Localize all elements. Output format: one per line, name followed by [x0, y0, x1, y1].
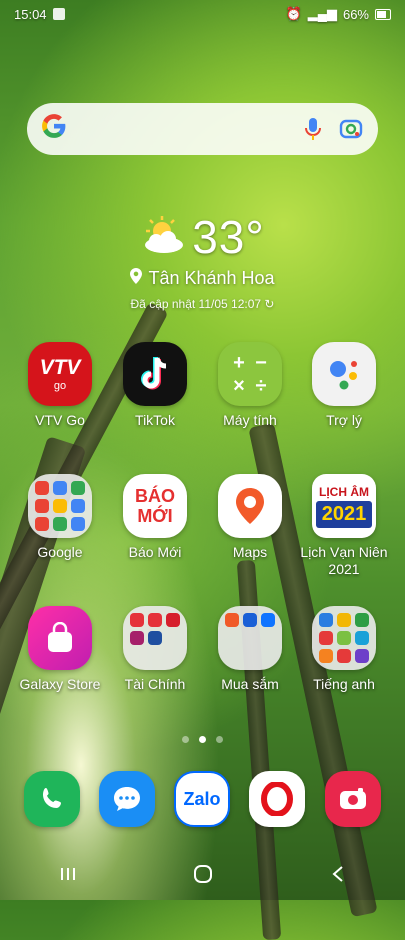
app-maps[interactable]: Maps	[202, 474, 298, 561]
location-pin-icon	[130, 268, 143, 289]
app-label: Lịch Vạn Niên 2021	[300, 544, 388, 577]
app-label: Tài Chính	[124, 676, 186, 692]
zalo-icon: Zalo	[174, 771, 230, 827]
messages-icon	[99, 771, 155, 827]
folder-mua-sam[interactable]: Mua sắm	[202, 606, 298, 693]
app-label: Báo Mới	[128, 544, 182, 560]
app-bao-moi[interactable]: BÁO MỚI Báo Mới	[107, 474, 203, 561]
partly-cloudy-icon	[140, 215, 186, 260]
minus-glyph: −	[255, 352, 267, 374]
maps-icon	[218, 474, 282, 538]
recents-button[interactable]	[48, 859, 88, 889]
back-button[interactable]	[318, 859, 358, 889]
refresh-icon[interactable]: ↻	[264, 297, 274, 311]
tai-chinh-folder-icon	[123, 606, 187, 670]
bao-moi-text-2: MỚI	[137, 506, 173, 526]
vtv-sub-text: go	[53, 380, 67, 392]
page-indicator[interactable]	[0, 736, 405, 743]
assistant-icon	[312, 342, 376, 406]
camera-icon	[325, 771, 381, 827]
app-tiktok[interactable]: TikTok	[107, 342, 203, 429]
weather-updated: Đã cập nhật 11/05 12:07	[130, 297, 262, 311]
times-glyph: ×	[233, 375, 245, 397]
lich-year-text: 2021	[315, 500, 373, 528]
app-label: Maps	[232, 544, 268, 560]
page-dot[interactable]	[182, 736, 189, 743]
app-label: Tiếng anh	[313, 676, 375, 692]
galaxy-store-icon	[28, 606, 92, 670]
lich-am-text: LỊCH ÂM	[319, 484, 369, 499]
app-calculator[interactable]: + − × ÷ Máy tính	[202, 342, 298, 429]
navigation-bar	[0, 848, 405, 900]
tieng-anh-folder-icon	[312, 606, 376, 670]
bao-moi-icon: BÁO MỚI	[123, 474, 187, 538]
bao-moi-text-1: BÁO	[135, 486, 175, 506]
divide-glyph: ÷	[255, 375, 267, 397]
home-button[interactable]	[183, 859, 223, 889]
status-bar: 15:04 ⏰ ▂▄▆ 66%	[0, 0, 405, 28]
app-label: Máy tính	[223, 412, 277, 428]
battery-percent: 66%	[342, 6, 369, 22]
page-dot-active[interactable]	[199, 736, 206, 743]
mic-icon[interactable]	[300, 116, 326, 142]
google-folder-icon	[28, 474, 92, 538]
calculator-icon: + − × ÷	[218, 342, 282, 406]
plus-glyph: +	[233, 352, 245, 374]
mua-sam-folder-icon	[218, 606, 282, 670]
temperature: 33°	[192, 211, 265, 263]
folder-google[interactable]: Google	[12, 474, 108, 561]
app-lich-van-nien[interactable]: LỊCH ÂM 2021 Lịch Vạn Niên 2021	[296, 474, 392, 578]
app-vtv-go[interactable]: VTV go VTV Go	[12, 342, 108, 429]
alarm-icon: ⏰	[285, 6, 302, 21]
status-time: 15:04	[14, 6, 47, 22]
lich-van-nien-icon: LỊCH ÂM 2021	[312, 474, 376, 538]
notification-icon	[52, 8, 65, 20]
app-label: Galaxy Store	[19, 676, 101, 692]
vtv-go-icon: VTV go	[28, 342, 92, 406]
signal-icon: ▂▄▆	[307, 6, 337, 21]
app-galaxy-store[interactable]: Galaxy Store	[12, 606, 108, 693]
lens-icon[interactable]	[338, 116, 364, 142]
google-g-icon	[41, 113, 67, 146]
weather-location: Tân Khánh Hoa	[148, 268, 275, 288]
app-label: Mua sắm	[221, 676, 279, 692]
battery-icon	[375, 8, 391, 20]
folder-tai-chinh[interactable]: Tài Chính	[107, 606, 203, 693]
folder-tieng-anh[interactable]: Tiếng anh	[296, 606, 392, 693]
zalo-logo-text: Zalo	[183, 788, 221, 809]
app-label: VTV Go	[35, 412, 85, 428]
google-search-bar[interactable]	[27, 103, 378, 155]
vtv-logo-text: VTV	[39, 356, 81, 379]
app-assistant[interactable]: Trợ lý	[296, 342, 392, 429]
page-dot[interactable]	[216, 736, 223, 743]
phone-icon	[24, 771, 80, 827]
app-label: TikTok	[135, 412, 175, 428]
app-label: Google	[37, 544, 83, 560]
weather-widget[interactable]: 33° Tân Khánh Hoa Đã cập nhật 11/05 12:0…	[0, 210, 405, 311]
opera-icon	[249, 771, 305, 827]
app-label: Trợ lý	[326, 412, 362, 428]
dock-camera[interactable]	[305, 771, 401, 827]
tiktok-icon	[123, 342, 187, 406]
